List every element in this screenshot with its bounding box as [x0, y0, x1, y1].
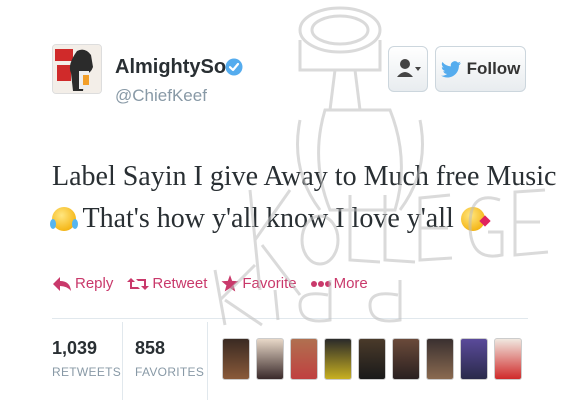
more-button[interactable]: More — [310, 275, 368, 292]
tweet-text: Label Sayin I give Away to Much free Mus… — [50, 156, 557, 240]
follow-button[interactable]: Follow — [435, 46, 526, 92]
favoriter-avatar[interactable] — [426, 338, 454, 380]
favoriter-avatar[interactable] — [290, 338, 318, 380]
retweets-label: RETWEETS — [52, 365, 122, 379]
favorites-stat[interactable]: 858 FAVORITES — [135, 338, 204, 379]
favoriter-avatar[interactable] — [358, 338, 386, 380]
favoriter-avatar[interactable] — [494, 338, 522, 380]
more-dots-icon — [310, 280, 331, 287]
user-avatar[interactable] — [52, 44, 102, 94]
retweets-count: 1,039 — [52, 338, 98, 358]
user-dropdown-icon — [397, 59, 421, 77]
stats-separator — [122, 322, 123, 400]
user-display-name[interactable]: AlmightySo — [115, 56, 226, 79]
tweet-card: AlmightySo @ChiefKeef Follow Label Sayin… — [0, 0, 580, 400]
follow-button-label: Follow — [466, 59, 521, 78]
star-icon — [221, 275, 239, 292]
favoriter-avatar[interactable] — [256, 338, 284, 380]
tweet-line-2: That's how y'all know I love y'all — [50, 198, 522, 240]
user-actions-button[interactable] — [388, 46, 428, 92]
favoriter-avatar[interactable] — [460, 338, 488, 380]
reply-icon — [53, 276, 71, 291]
twitter-bird-icon — [440, 60, 461, 77]
favoriter-avatar[interactable] — [222, 338, 250, 380]
favorite-button[interactable]: Favorite — [221, 275, 297, 292]
avatar-image — [53, 45, 101, 93]
favorites-count: 858 — [135, 338, 166, 358]
verified-badge-icon — [225, 58, 243, 76]
tears-of-joy-emoji-icon — [50, 207, 78, 231]
more-label: More — [333, 275, 368, 292]
user-handle[interactable]: @ChiefKeef — [115, 86, 207, 106]
retweet-icon — [127, 277, 150, 290]
favoriter-avatar[interactable] — [392, 338, 420, 380]
stats-divider — [52, 318, 528, 319]
favoriter-avatar[interactable] — [324, 338, 352, 380]
favorite-label: Favorite — [242, 275, 297, 292]
retweet-button[interactable]: Retweet — [127, 275, 207, 292]
favorites-label: FAVORITES — [135, 365, 205, 379]
tweet-line-1: Label Sayin I give Away to Much free Mus… — [52, 161, 557, 192]
retweets-stat[interactable]: 1,039 RETWEETS — [52, 338, 121, 379]
retweet-label: Retweet — [152, 275, 208, 292]
tweet-line-2-text: That's how y'all know I love y'all — [82, 203, 454, 234]
stats-separator — [207, 322, 208, 400]
reply-button[interactable]: Reply — [52, 275, 113, 292]
tweet-actions: Reply Retweet Favorite More — [52, 275, 368, 292]
kissing-face-emoji-icon — [460, 207, 485, 231]
reply-label: Reply — [75, 275, 114, 292]
favoriters-avatars — [222, 338, 522, 380]
